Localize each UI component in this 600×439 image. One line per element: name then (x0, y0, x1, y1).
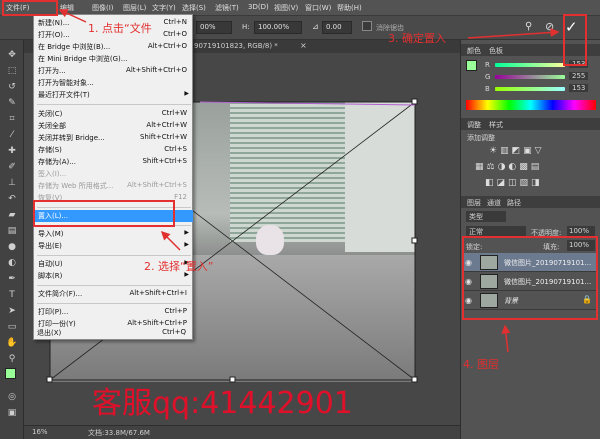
annotation-step-3: 3. 确定置入 (388, 32, 446, 45)
annotation-step-1: 1. 点击“文件 (88, 22, 152, 35)
watermark-text: 客服qq:41442901 (92, 386, 353, 421)
annotation-arrows (58, 9, 560, 353)
annotation-step-2: 2. 选择“置入” (144, 260, 214, 273)
annotation-step-4: 4. 图层 (463, 358, 499, 371)
